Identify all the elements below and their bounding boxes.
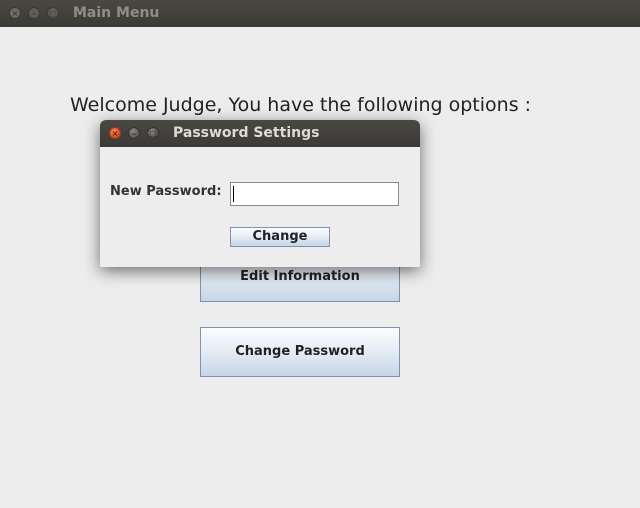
close-icon[interactable]: ×	[9, 7, 21, 19]
password-settings-dialog: × – □ Password Settings New Password: Ch…	[100, 120, 420, 267]
main-window-titlebar[interactable]: × – □ Main Menu	[0, 0, 640, 27]
change-button[interactable]: Change	[230, 227, 330, 247]
dialog-title: Password Settings	[173, 125, 320, 141]
close-icon[interactable]: ×	[109, 127, 121, 139]
new-password-field[interactable]	[230, 182, 399, 206]
maximize-icon[interactable]: □	[147, 127, 159, 139]
text-caret	[233, 186, 234, 202]
change-password-button[interactable]: Change Password	[200, 327, 400, 377]
minimize-icon[interactable]: –	[28, 7, 40, 19]
maximize-icon[interactable]: □	[47, 7, 59, 19]
dialog-titlebar[interactable]: × – □ Password Settings	[100, 120, 420, 147]
welcome-heading: Welcome Judge, You have the following op…	[70, 94, 532, 116]
main-window-title: Main Menu	[73, 5, 160, 21]
minimize-icon[interactable]: –	[128, 127, 140, 139]
new-password-label: New Password:	[110, 184, 222, 199]
